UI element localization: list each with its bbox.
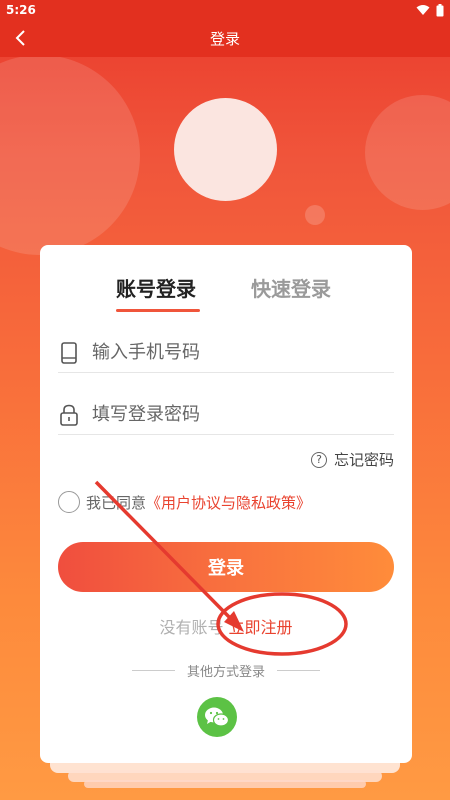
forgot-password-label: 忘记密码 [333, 451, 394, 469]
password-field [58, 395, 394, 435]
wifi-icon [416, 5, 430, 15]
login-card: 账号登录 快速登录 ? 忘记密码 我已同意 《用户协议与隐私政策》 登录 没有账… [40, 245, 412, 763]
lock-icon [58, 404, 80, 426]
register-prompt: 没有账号 [159, 618, 224, 637]
wechat-login-button[interactable] [197, 697, 237, 737]
chevron-left-icon [15, 30, 25, 46]
register-row: 没有账号 立即注册 [40, 614, 412, 638]
tab-quick-login[interactable]: 快速登录 [251, 273, 331, 302]
wechat-icon [205, 707, 230, 727]
decor-bubble [0, 55, 140, 255]
avatar-circle [174, 98, 277, 201]
phone-field [58, 333, 394, 373]
back-button[interactable] [8, 26, 32, 50]
decor-bubble [365, 95, 450, 210]
app-bar: 登录 [0, 20, 450, 57]
phone-input[interactable] [92, 342, 382, 363]
active-tab-indicator [116, 309, 200, 312]
agreement-link[interactable]: 《用户协议与隐私政策》 [146, 492, 311, 513]
login-tabs: 账号登录 快速登录 [40, 273, 412, 313]
divider-line [277, 670, 321, 671]
divider-line [132, 670, 175, 671]
agreement-checkbox[interactable] [58, 491, 80, 513]
agreement-prefix: 我已同意 [86, 493, 147, 512]
other-login-divider: 其他方式登录 [132, 661, 321, 680]
card-stack-shadow [84, 780, 366, 788]
page-title: 登录 [209, 30, 240, 48]
status-bar: 5:26 [0, 0, 450, 20]
status-time: 5:26 [6, 3, 36, 17]
login-button[interactable]: 登录 [58, 542, 394, 592]
register-link[interactable]: 立即注册 [229, 618, 293, 637]
battery-icon [436, 3, 444, 16]
forgot-password-link[interactable]: ? 忘记密码 [310, 449, 394, 470]
help-icon: ? [310, 451, 327, 468]
password-input[interactable] [92, 404, 382, 425]
agreement-row: 我已同意 《用户协议与隐私政策》 [58, 491, 311, 513]
decor-bubble [305, 205, 325, 225]
tab-account-login[interactable]: 账号登录 [116, 273, 196, 302]
other-login-label: 其他方式登录 [187, 665, 266, 680]
phone-icon [58, 341, 80, 364]
